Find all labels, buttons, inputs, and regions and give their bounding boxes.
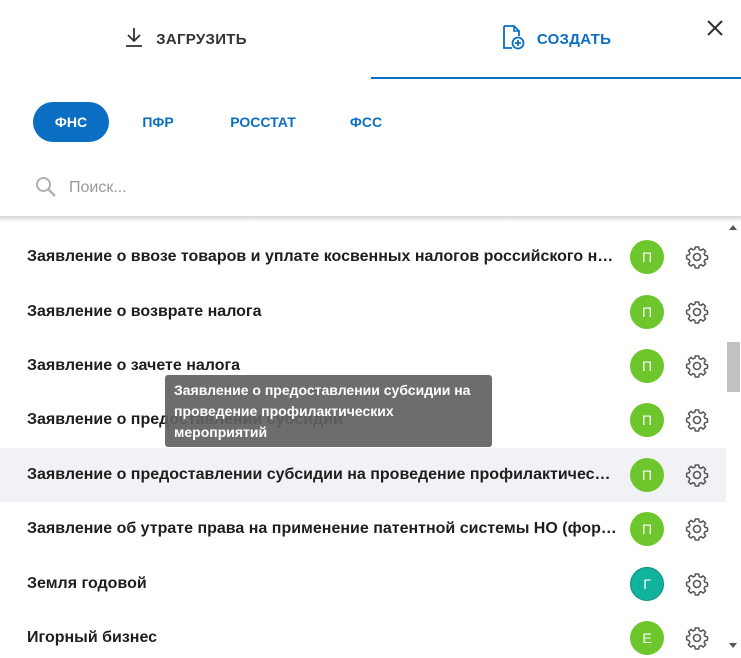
list-item-title: Заявление о зачете налога: [27, 357, 241, 374]
tab-upload[interactable]: ЗАГРУЗИТЬ: [0, 0, 371, 78]
search-icon: [35, 176, 57, 203]
new-document-icon: [501, 24, 525, 54]
gear-icon[interactable]: [685, 572, 709, 596]
list-item[interactable]: Заявление об утрате права на применение …: [0, 502, 726, 556]
list-item[interactable]: Заявление о предоставлении субсидии на п…: [0, 448, 726, 502]
gear-icon[interactable]: [685, 354, 709, 378]
list-item-badge: П: [630, 458, 664, 492]
scroll-thumb[interactable]: [727, 342, 740, 392]
tab-create[interactable]: СОЗДАТЬ: [371, 0, 741, 78]
agency-chip-rosstat[interactable]: РОССТАТ: [215, 102, 311, 142]
list-item-title: Игорный бизнес: [27, 629, 158, 646]
agency-chip-fss[interactable]: ФСС: [333, 102, 399, 142]
list-item[interactable]: Земля годовой Г: [0, 557, 726, 611]
list-item-badge: Е: [630, 621, 664, 655]
download-icon: [124, 26, 144, 52]
agency-chip-pfr[interactable]: ПФР: [125, 102, 191, 142]
row-title-tooltip: Заявление о предоставлении субсидии на п…: [165, 375, 492, 447]
search-bar: [33, 170, 713, 206]
create-document-dialog: ЗАГРУЗИТЬ СОЗДАТЬ ФНС ПФР РОССТАТ ФСС По…: [0, 0, 741, 658]
list-item-title: Заявление о ввозе товаров и уплате косве…: [27, 248, 617, 265]
list-item-badge: П: [630, 403, 664, 437]
close-button[interactable]: [703, 16, 727, 40]
active-tab-indicator: [371, 77, 741, 79]
list-item-title: Заявление о предоставлении субсидии на п…: [27, 466, 617, 483]
list-item-badge: Г: [630, 567, 664, 601]
scroll-down-arrow-icon[interactable]: [729, 643, 737, 648]
gear-icon[interactable]: [685, 517, 709, 541]
top-tabs: ЗАГРУЗИТЬ СОЗДАТЬ: [0, 0, 741, 80]
gear-icon[interactable]: [685, 408, 709, 432]
list-item-title: Земля годовой: [27, 575, 147, 592]
gear-icon[interactable]: [685, 245, 709, 269]
list-item-badge: П: [630, 240, 664, 274]
list-item-badge: П: [630, 512, 664, 546]
list-item[interactable]: Заявление о возврате налога П: [0, 285, 726, 339]
list-item[interactable]: Заявление о ввозе товаров и уплате косве…: [0, 230, 726, 284]
list-item-title: Заявление о возврате налога: [27, 303, 262, 320]
list-item-title: Заявление об утрате права на применение …: [27, 520, 617, 537]
list-item-badge: П: [630, 349, 664, 383]
agency-chip-fns[interactable]: ФНС: [33, 102, 109, 142]
list-item-badge: П: [630, 295, 664, 329]
gear-icon[interactable]: [685, 626, 709, 650]
gear-icon[interactable]: [685, 463, 709, 487]
gear-icon[interactable]: [685, 300, 709, 324]
tab-create-label: СОЗДАТЬ: [536, 30, 612, 48]
search-input[interactable]: [67, 170, 671, 206]
tab-upload-label: ЗАГРУЗИТЬ: [156, 30, 247, 48]
scroll-up-arrow-icon[interactable]: [729, 225, 737, 230]
close-icon: [707, 20, 723, 36]
list-scrollbar[interactable]: [726, 222, 741, 658]
list-item[interactable]: Игорный бизнес Е: [0, 611, 726, 658]
